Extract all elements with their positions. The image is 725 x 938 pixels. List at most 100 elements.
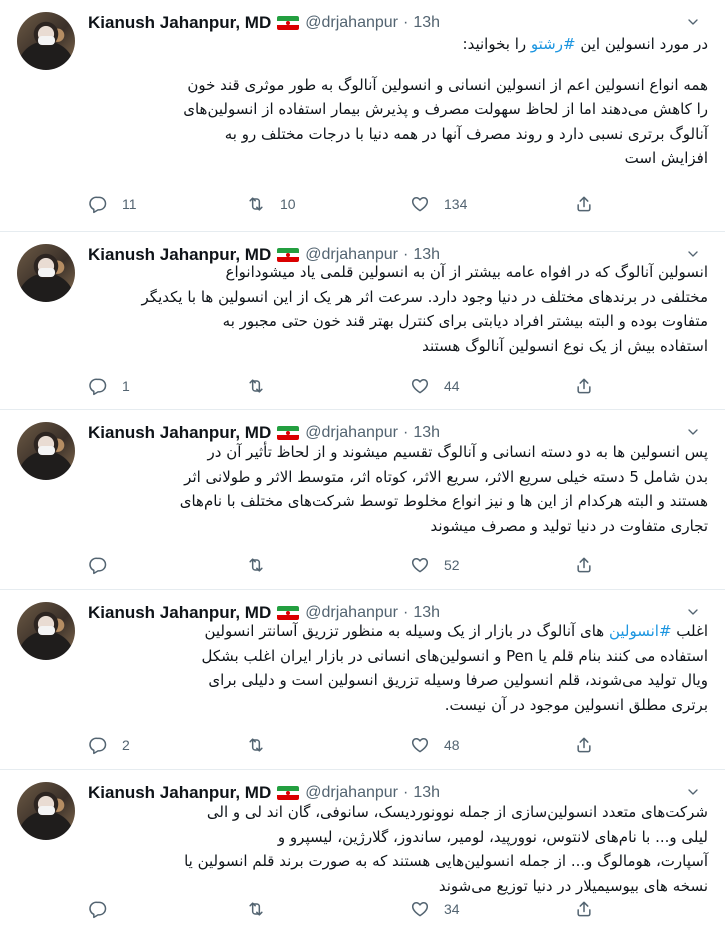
retweet-button[interactable] <box>246 553 280 577</box>
like-count: 48 <box>444 737 460 753</box>
retweet-button[interactable] <box>246 733 280 757</box>
separator-dot: · <box>403 14 409 31</box>
hashtag-link[interactable]: #انسولین <box>609 622 672 640</box>
tweet[interactable]: Kianush Jahanpur, MD @drjahanpur · 13h در مو… <box>0 0 725 232</box>
like-button[interactable]: 48 <box>410 733 460 757</box>
text-line: انسولین آنالوگ که در افواه عامه بیشتر از… <box>225 263 708 281</box>
reply-button[interactable]: 11 <box>88 192 137 216</box>
text-line: استفاده بیش از یک نوع انسولین آنالوگ هست… <box>422 336 708 355</box>
author-name[interactable]: Kianush Jahanpur, MD <box>88 13 271 33</box>
tweet-actions: 52 <box>88 553 608 577</box>
reply-icon <box>88 555 108 575</box>
text-line: همه انواع انسولین اعم از انسولین انسانی … <box>187 75 708 94</box>
tweet-actions: 1 44 <box>88 374 608 398</box>
text-line: تجاری متفاوت در دنیا تولید و مصرف میشوند <box>430 516 709 535</box>
share-button[interactable] <box>574 733 594 757</box>
avatar[interactable] <box>17 12 75 70</box>
tweet[interactable]: Kianush Jahanpur, MD @drjahanpur · 13h اغلب … <box>0 590 725 770</box>
text-line: آسپارت، هومالوگ و... از جمله انسولین‌های… <box>184 852 708 870</box>
like-button[interactable]: 44 <box>410 374 460 398</box>
face-mask <box>38 446 55 455</box>
author-handle[interactable]: @drjahanpur <box>305 14 398 32</box>
like-button[interactable]: 34 <box>410 897 460 921</box>
text-line: هستند و البته هرکدام از این ها و نیز انو… <box>179 492 708 510</box>
chevron-down-icon[interactable] <box>683 12 703 32</box>
text-line: پس انسولین ها به دو دسته انسانی و آنالوگ… <box>207 443 708 461</box>
text-line: بدن شامل 5 دسته خیلی سریع الاثر، سریع ال… <box>184 467 708 486</box>
avatar[interactable] <box>17 244 75 302</box>
share-button[interactable] <box>574 192 594 216</box>
tweet-actions: 34 <box>88 897 608 921</box>
text-segment: اغلب <box>671 622 708 640</box>
reply-button[interactable] <box>88 897 122 921</box>
tweet[interactable]: Kianush Jahanpur, MD @drjahanpur · 13h شرکت‌… <box>0 770 725 938</box>
tweet[interactable]: Kianush Jahanpur, MD @drjahanpur · 13h پس ان… <box>0 410 725 590</box>
avatar[interactable] <box>17 602 75 660</box>
heart-icon <box>410 194 430 214</box>
like-button[interactable]: 52 <box>410 553 460 577</box>
timestamp[interactable]: 13h <box>413 14 440 32</box>
tweet-thread: Kianush Jahanpur, MD @drjahanpur · 13h در مو… <box>0 0 725 938</box>
text-line: آنالوگ برتری نسبی دارد و روند مصرف آنها … <box>224 124 708 143</box>
share-icon <box>574 735 594 755</box>
share-icon <box>574 376 594 396</box>
retweet-icon <box>246 735 266 755</box>
like-count: 52 <box>444 557 460 573</box>
heart-icon <box>410 555 430 575</box>
heart-icon <box>410 899 430 919</box>
share-button[interactable] <box>574 897 594 921</box>
text-line: اغلب #انسولین های آنالوگ در بازار از یک … <box>88 619 708 644</box>
avatar[interactable] <box>17 782 75 840</box>
like-button[interactable]: 134 <box>410 192 467 216</box>
chevron-down-icon[interactable] <box>683 782 703 802</box>
tweet-text: شرکت‌های متعدد انسولین‌سازی از جمله نوون… <box>88 800 708 898</box>
retweet-button[interactable]: 10 <box>246 192 296 216</box>
reply-button[interactable]: 2 <box>88 733 130 757</box>
share-icon <box>574 555 594 575</box>
reply-icon <box>88 899 108 919</box>
chevron-down-icon[interactable] <box>683 422 703 442</box>
tweet-actions: 2 48 <box>88 733 608 757</box>
text-segment: را بخوانید: <box>462 35 531 53</box>
replie-count: 1 <box>122 378 130 394</box>
share-icon <box>574 899 594 919</box>
retweet-icon <box>246 194 266 214</box>
iran-flag-icon <box>277 16 300 30</box>
share-button[interactable] <box>574 553 594 577</box>
tweet-text: انسولین آنالوگ که در افواه عامه بیشتر از… <box>88 260 708 358</box>
hashtag-link[interactable]: #رشتو <box>531 35 576 53</box>
reply-button[interactable] <box>88 553 122 577</box>
text-line: ویال تولید می‌شوند، قلم انسولین صرفا وسی… <box>208 671 708 689</box>
replie-count: 11 <box>122 196 137 212</box>
iran-flag-icon <box>277 786 300 800</box>
text-line: مختلفی در برندهای مختلف در دنیا وجود دار… <box>141 287 708 306</box>
retweet-count: 10 <box>280 196 296 212</box>
tweet-text: پس انسولین ها به دو دسته انسانی و آنالوگ… <box>88 440 708 538</box>
retweet-icon <box>246 555 266 575</box>
face-mask <box>38 36 55 45</box>
text-line: شرکت‌های متعدد انسولین‌سازی از جمله نوون… <box>206 803 708 821</box>
tweet[interactable]: Kianush Jahanpur, MD @drjahanpur · 13h انسول… <box>0 232 725 410</box>
retweet-button[interactable] <box>246 897 280 921</box>
face-mask <box>38 626 55 635</box>
text-segment: های آنالوگ در بازار از یک وسیله به منظور… <box>204 622 609 640</box>
iran-flag-icon <box>277 606 300 620</box>
retweet-button[interactable] <box>246 374 280 398</box>
iran-flag-icon <box>277 426 300 440</box>
text-line: برتری مطلق انسولین موجود در آن نیست. <box>444 695 708 714</box>
text-line: را کاهش می‌دهند اما از لحاظ سهولت مصرف و… <box>183 100 708 118</box>
text-line: متفاوت بوده و البته بیشتر افراد دیابتی ب… <box>222 312 708 330</box>
replie-count: 2 <box>122 737 130 753</box>
text-line: در مورد انسولین این #رشتو را بخوانید: <box>88 32 708 57</box>
avatar[interactable] <box>17 422 75 480</box>
text-line: لیلی و... با نام‌های لانتوس، نوورپید، لو… <box>277 827 708 846</box>
reply-button[interactable]: 1 <box>88 374 130 398</box>
reply-icon <box>88 194 108 214</box>
reply-icon <box>88 735 108 755</box>
text-line: استفاده می کنند بنام قلم یا Pen و انسولی… <box>201 646 708 665</box>
share-button[interactable] <box>574 374 594 398</box>
like-count: 34 <box>444 901 460 917</box>
text-line: افزایش است <box>624 149 708 167</box>
text-segment: در مورد انسولین این <box>575 35 708 53</box>
